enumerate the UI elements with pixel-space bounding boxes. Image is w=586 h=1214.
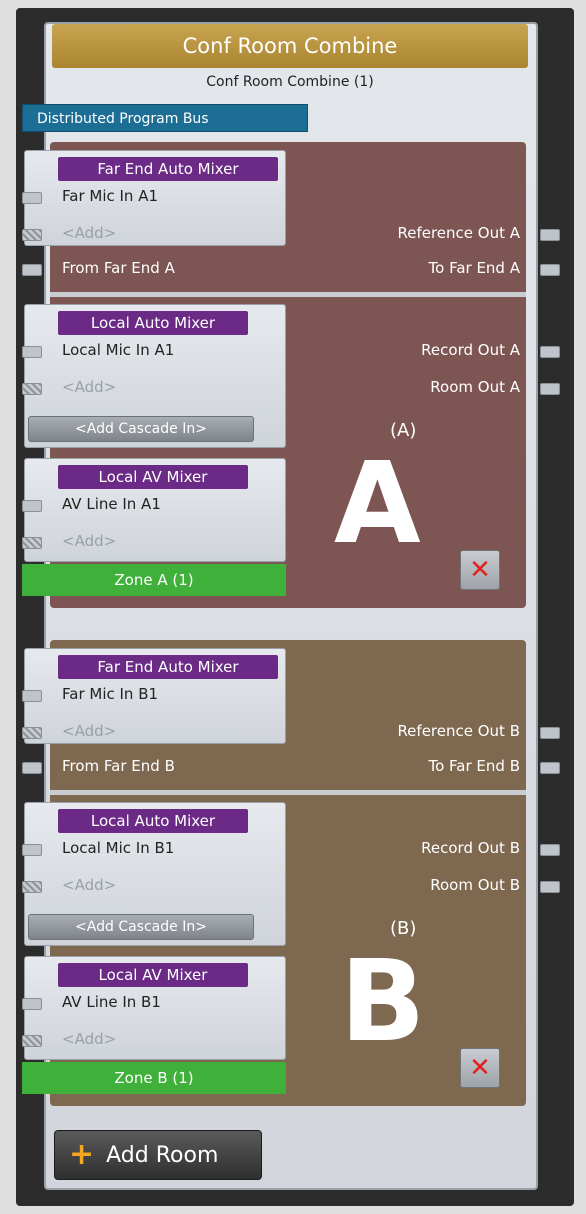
module-subtitle: Conf Room Combine (1)	[206, 74, 374, 90]
from-far-end-b-port[interactable]	[22, 762, 42, 774]
far-mic-in-a1-label: Far Mic In A1	[62, 187, 159, 205]
add-cascade-in-b-button[interactable]: <Add Cascade In>	[28, 914, 254, 940]
room-out-b-port[interactable]	[540, 881, 560, 893]
local-auto-mixer-a-header: Local Auto Mixer	[58, 311, 248, 335]
local-auto-b-add-port[interactable]	[22, 881, 42, 893]
reference-out-a-label: Reference Out A	[397, 224, 520, 242]
room-out-a-port[interactable]	[540, 383, 560, 395]
to-far-end-a-label: To Far End A	[428, 259, 520, 277]
far-end-auto-mixer-a-header: Far End Auto Mixer	[58, 157, 278, 181]
reference-out-b-port[interactable]	[540, 727, 560, 739]
record-out-a-port[interactable]	[540, 346, 560, 358]
av-b-add-port[interactable]	[22, 1035, 42, 1047]
far-mic-in-a1-port[interactable]	[22, 192, 42, 204]
close-x-icon: ✕	[469, 555, 491, 585]
room-a-label: (A)	[390, 420, 417, 441]
from-far-end-a-label: From Far End A	[62, 259, 175, 277]
local-auto-a-add-label[interactable]: <Add>	[62, 378, 116, 396]
local-mic-in-a1-label: Local Mic In A1	[62, 341, 175, 359]
room-b-label: (B)	[390, 918, 417, 939]
far-mic-in-b1-port[interactable]	[22, 690, 42, 702]
far-end-b-add-label[interactable]: <Add>	[62, 722, 116, 740]
av-line-in-b1-label: AV Line In B1	[62, 993, 161, 1011]
reference-out-b-label: Reference Out B	[397, 722, 520, 740]
local-auto-mixer-b-header: Local Auto Mixer	[58, 809, 248, 833]
add-room-button[interactable]: + Add Room	[54, 1130, 262, 1180]
local-av-mixer-b-header: Local AV Mixer	[58, 963, 248, 987]
local-auto-a-add-port[interactable]	[22, 383, 42, 395]
to-far-end-b-port[interactable]	[540, 762, 560, 774]
delete-room-b-button[interactable]: ✕	[460, 1048, 500, 1088]
far-end-a-add-port[interactable]	[22, 229, 42, 241]
room-out-b-label: Room Out B	[430, 876, 520, 894]
close-x-icon: ✕	[469, 1053, 491, 1083]
from-far-end-a-port[interactable]	[22, 264, 42, 276]
av-line-in-a1-label: AV Line In A1	[62, 495, 161, 513]
add-room-label: Add Room	[106, 1142, 219, 1168]
record-out-b-port[interactable]	[540, 844, 560, 856]
add-cascade-in-a-button[interactable]: <Add Cascade In>	[28, 416, 254, 442]
local-mic-in-a1-port[interactable]	[22, 346, 42, 358]
record-out-a-label: Record Out A	[421, 341, 520, 359]
av-line-in-b1-port[interactable]	[22, 998, 42, 1010]
module-title[interactable]: Conf Room Combine	[52, 24, 528, 68]
to-far-end-a-port[interactable]	[540, 264, 560, 276]
local-auto-b-add-label[interactable]: <Add>	[62, 876, 116, 894]
plus-icon: +	[69, 1137, 95, 1172]
zone-b-tag[interactable]: Zone B (1)	[22, 1062, 286, 1094]
local-mic-in-b1-port[interactable]	[22, 844, 42, 856]
local-mic-in-b1-label: Local Mic In B1	[62, 839, 175, 857]
av-a-add-label[interactable]: <Add>	[62, 532, 116, 550]
distributed-program-bus-tag[interactable]: Distributed Program Bus	[22, 104, 308, 132]
delete-room-a-button[interactable]: ✕	[460, 550, 500, 590]
reference-out-a-port[interactable]	[540, 229, 560, 241]
far-end-auto-mixer-b-header: Far End Auto Mixer	[58, 655, 278, 679]
to-far-end-b-label: To Far End B	[428, 757, 520, 775]
from-far-end-b-label: From Far End B	[62, 757, 175, 775]
room-out-a-label: Room Out A	[430, 378, 520, 396]
av-b-add-label[interactable]: <Add>	[62, 1030, 116, 1048]
record-out-b-label: Record Out B	[421, 839, 520, 857]
av-line-in-a1-port[interactable]	[22, 500, 42, 512]
room-a-letter: A	[334, 439, 421, 569]
room-b-divider	[50, 790, 526, 795]
room-a-divider	[50, 292, 526, 297]
zone-a-tag[interactable]: Zone A (1)	[22, 564, 286, 596]
av-a-add-port[interactable]	[22, 537, 42, 549]
far-mic-in-b1-label: Far Mic In B1	[62, 685, 159, 703]
local-av-mixer-a-header: Local AV Mixer	[58, 465, 248, 489]
room-b-letter: B	[340, 937, 426, 1067]
far-end-a-add-label[interactable]: <Add>	[62, 224, 116, 242]
far-end-b-add-port[interactable]	[22, 727, 42, 739]
